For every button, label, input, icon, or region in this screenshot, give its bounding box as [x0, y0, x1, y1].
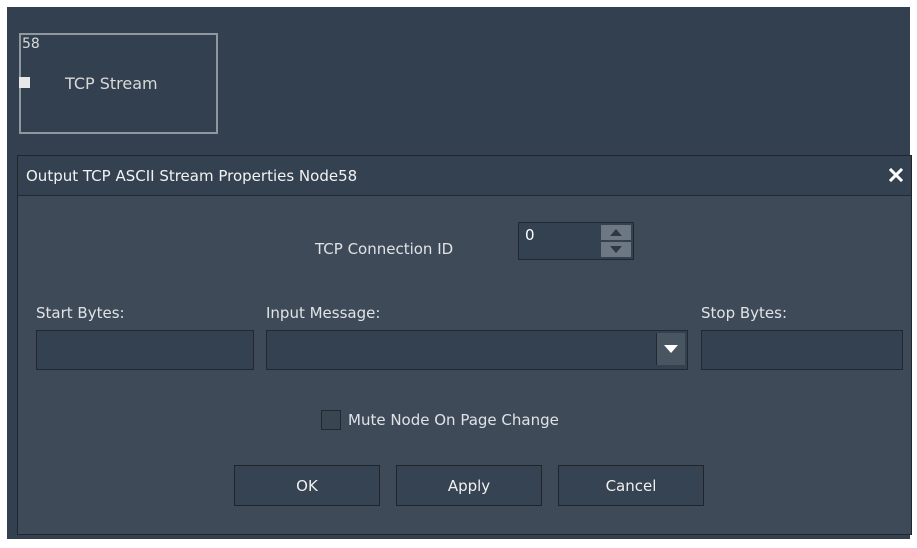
- chevron-down-icon: [664, 345, 678, 353]
- properties-dialog: Output TCP ASCII Stream Properties Node5…: [17, 155, 912, 535]
- input-message-select[interactable]: [266, 330, 688, 370]
- node-input-port[interactable]: [19, 77, 30, 88]
- node-canvas[interactable]: 58 TCP Stream Output TCP ASCII Stream Pr…: [7, 7, 912, 539]
- mute-checkbox[interactable]: [321, 410, 341, 430]
- arrow-up-icon: [610, 229, 622, 236]
- cancel-button[interactable]: Cancel: [558, 465, 704, 506]
- node-title: TCP Stream: [65, 74, 158, 93]
- node-id: 58: [22, 36, 40, 52]
- start-bytes-label: Start Bytes:: [36, 304, 125, 322]
- connection-id-label: TCP Connection ID: [315, 240, 454, 258]
- start-bytes-input[interactable]: [36, 330, 254, 370]
- ok-button[interactable]: OK: [234, 465, 380, 506]
- close-icon[interactable]: [887, 166, 905, 184]
- dialog-titlebar[interactable]: Output TCP ASCII Stream Properties Node5…: [18, 156, 911, 196]
- input-message-label: Input Message:: [266, 304, 381, 322]
- apply-button[interactable]: Apply: [396, 465, 542, 506]
- connection-id-value: 0: [525, 226, 535, 244]
- dialog-title: Output TCP ASCII Stream Properties Node5…: [26, 167, 358, 185]
- stop-bytes-label: Stop Bytes:: [701, 304, 788, 322]
- spin-up-button[interactable]: [601, 225, 631, 240]
- connection-id-spinbox[interactable]: 0: [518, 222, 634, 260]
- mute-label[interactable]: Mute Node On Page Change: [348, 411, 559, 429]
- arrow-down-icon: [610, 246, 622, 253]
- dropdown-button[interactable]: [656, 333, 685, 365]
- spin-down-button[interactable]: [601, 242, 631, 257]
- tcp-stream-node[interactable]: 58 TCP Stream: [19, 33, 218, 134]
- stop-bytes-input[interactable]: [701, 330, 903, 370]
- spin-buttons: [601, 225, 631, 257]
